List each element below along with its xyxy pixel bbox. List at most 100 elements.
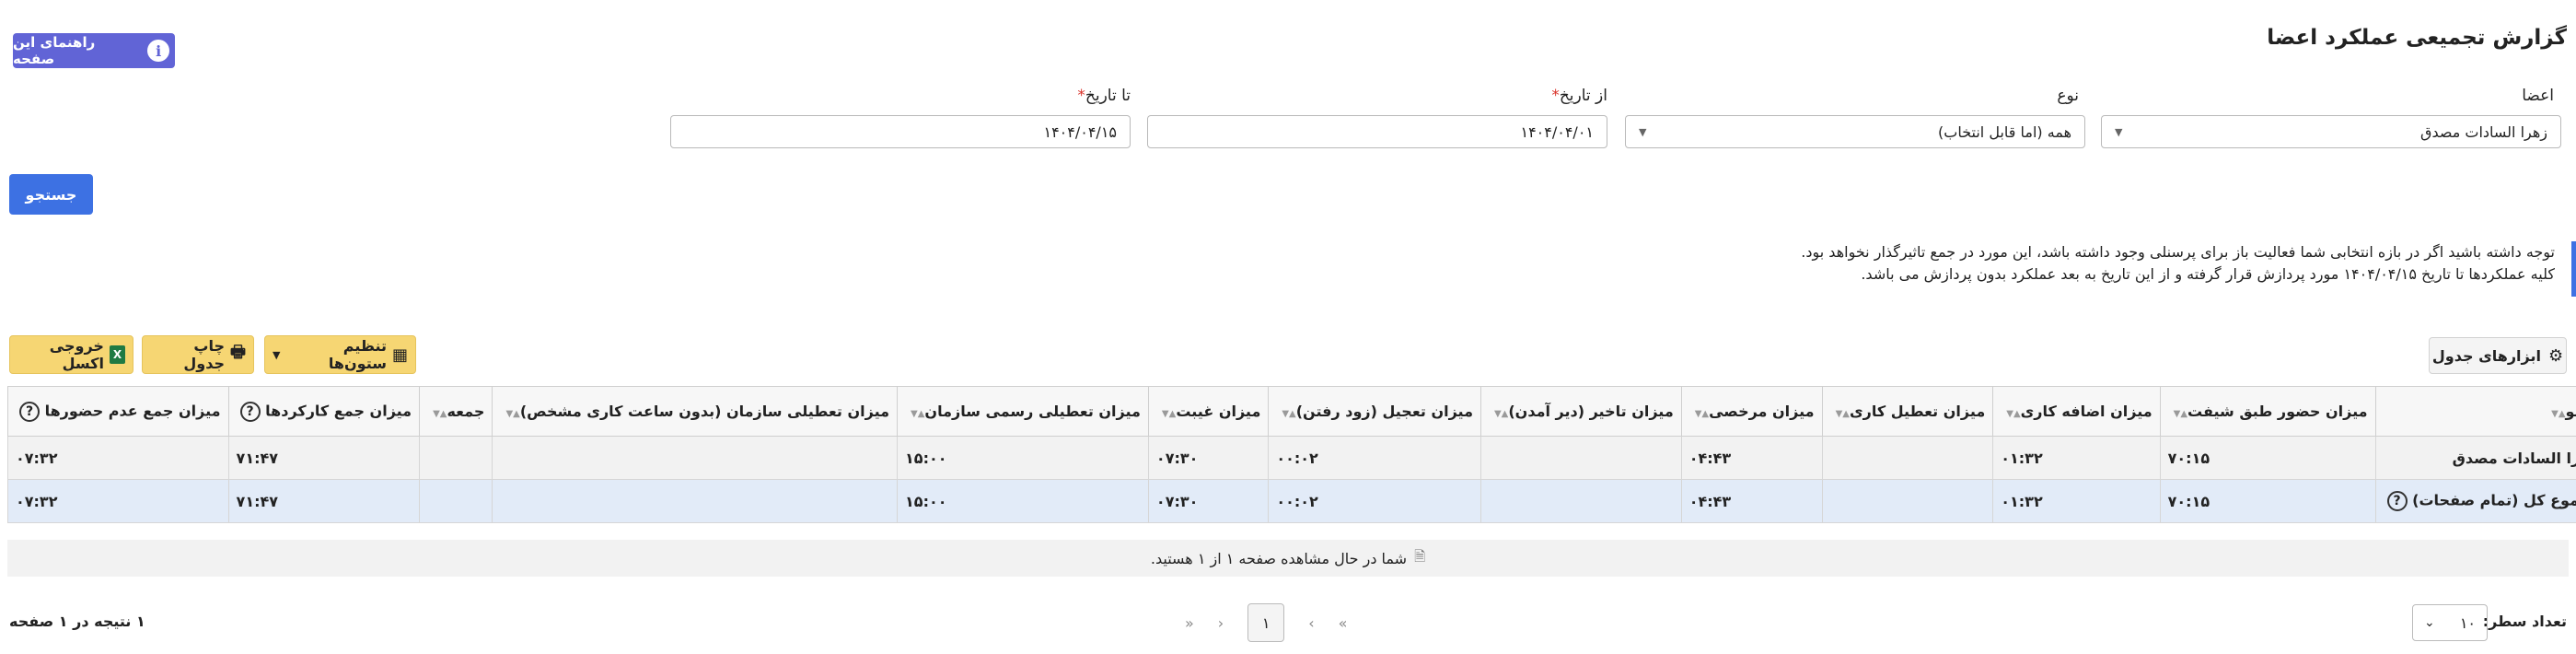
help-label: راهنمای این صفحه [13, 34, 96, 67]
cell: ۷۰:۱۵ [2159, 479, 2376, 523]
sort-icon: ▲▼ [1161, 409, 1177, 419]
next-page-button[interactable]: › [1218, 614, 1224, 632]
printer-icon: 🖶 [230, 343, 246, 362]
cell: ۰۷:۳۲ [7, 436, 229, 480]
rows-per-page-label: تعداد سطر: [2482, 613, 2567, 630]
table-header-row: عضو▲▼ میزان حضور طبق شیفت▲▼ میزان اضافه … [7, 386, 2576, 437]
cell [419, 436, 493, 480]
cell: ۱۵:۰۰ [897, 479, 1149, 523]
column-settings-button[interactable]: ▦ تنظیم ستون‌ها ▼ [264, 335, 416, 374]
member-value: زهرا السادات مصدق [2420, 123, 2547, 141]
cell: ۰۷:۳۲ [7, 479, 229, 523]
cell: ۷۱:۴۷ [227, 436, 421, 480]
sort-icon: ▲▼ [505, 409, 520, 419]
from-date-input[interactable]: ۱۴۰۴/۰۴/۰۱ [1147, 115, 1607, 148]
notice-box: توجه داشته باشید اگر در بازه انتخابی شما… [1747, 241, 2576, 297]
notice-line-1: توجه داشته باشید اگر در بازه انتخابی شما… [1801, 243, 2555, 261]
chevron-down-icon: ⌄ [2424, 615, 2435, 630]
help-question-icon: ? [239, 401, 261, 422]
rows-per-page-value: ۱۰ [2459, 613, 2476, 632]
cell [492, 479, 899, 523]
column-header-org-holiday[interactable]: میزان تعطیلی سازمان (بدون ساعت کاری مشخص… [492, 386, 899, 437]
cell-member: زهرا السادات مصدق [2374, 436, 2576, 480]
column-header-leave[interactable]: میزان مرخصی▲▼ [1680, 386, 1823, 437]
rows-per-page-select[interactable]: ۱۰ ⌄ [2412, 604, 2488, 641]
cell: ۱۵:۰۰ [897, 436, 1149, 480]
cell: ۰۴:۴۳ [1680, 479, 1823, 523]
table-total-row: مجموع کل (تمام صفحات) ? ۷۰:۱۵ ۰۱:۳۲ ۰۴:۴… [7, 479, 2576, 523]
last-page-button[interactable]: » [1185, 614, 1194, 632]
report-table: عضو▲▼ میزان حضور طبق شیفت▲▼ میزان اضافه … [7, 386, 2576, 523]
cell [1821, 436, 1994, 480]
page-help-button[interactable]: راهنمای این صفحه i [13, 33, 175, 68]
column-header-holiday-work[interactable]: میزان تعطیل کاری▲▼ [1821, 386, 1994, 437]
table-tools-button[interactable]: ⚙ ابزارهای جدول [2429, 337, 2567, 374]
page-status-bar: 🗎 شما در حال مشاهده صفحه ۱ از ۱ هستید. [7, 540, 2569, 577]
column-header-overtime[interactable]: میزان اضافه کاری▲▼ [1992, 386, 2161, 437]
cell [1479, 479, 1682, 523]
search-button[interactable]: جستجو [9, 174, 93, 215]
cell: ۷۱:۴۷ [227, 479, 421, 523]
column-header-total-work[interactable]: میزان جمع کارکردها ? [227, 386, 421, 437]
sort-icon: ▲▼ [911, 409, 925, 419]
from-date-label: از تاریخ* [1551, 87, 1607, 105]
sort-icon: ▲▼ [433, 409, 447, 419]
column-header-member[interactable]: عضو▲▼ [2374, 386, 2576, 437]
column-header-shift-presence[interactable]: میزان حضور طبق شیفت▲▼ [2159, 386, 2376, 437]
cell: ۰۷:۳۰ [1147, 479, 1270, 523]
help-question-icon: ? [19, 401, 40, 422]
cell: ۰۴:۴۳ [1680, 436, 1823, 480]
column-header-absence[interactable]: میزان غیبت▲▼ [1147, 386, 1270, 437]
excel-export-button[interactable]: X خروجی اکسل [9, 335, 133, 374]
excel-icon: X [109, 345, 125, 364]
table-row[interactable]: زهرا السادات مصدق ۷۰:۱۵ ۰۱:۳۲ ۰۴:۴۳ ۰۰:۰… [7, 436, 2576, 480]
column-header-delay[interactable]: میزان تاخیر (دیر آمدن)▲▼ [1479, 386, 1682, 437]
type-value: همه (اما قابل انتخاب) [1938, 123, 2071, 141]
to-date-input[interactable]: ۱۴۰۴/۰۴/۱۵ [670, 115, 1131, 148]
member-label: اعضا [2522, 87, 2554, 105]
table-settings-icon: ▦ [391, 345, 408, 365]
document-icon: 🗎 [1414, 547, 1426, 565]
prev-page-button[interactable]: ‹ [1308, 614, 1314, 632]
member-select[interactable]: زهرا السادات مصدق ▼ [2101, 115, 2561, 148]
info-icon: i [147, 40, 169, 62]
type-label: نوع [2057, 87, 2079, 105]
cell: ۰۷:۳۰ [1147, 436, 1270, 480]
sort-icon: ▲▼ [1694, 409, 1710, 419]
page-title: گزارش تجمیعی عملکرد اعضا [2267, 26, 2567, 50]
column-header-friday[interactable]: جمعه▲▼ [419, 386, 493, 437]
cell: ۷۰:۱۵ [2159, 436, 2376, 480]
help-question-icon[interactable]: ? [2386, 491, 2408, 511]
cell: ۰۱:۳۲ [1992, 436, 2161, 480]
current-page-button[interactable]: ۱ [1247, 603, 1285, 642]
pagination: » › ۱ ‹ « [1185, 603, 1347, 642]
sort-icon: ▲▼ [1835, 409, 1850, 419]
column-header-early-leave[interactable]: میزان تعجیل (زود رفتن)▲▼ [1268, 386, 1481, 437]
cell: ۰۰:۰۲ [1268, 436, 1481, 480]
gear-icon: ⚙ [2547, 345, 2564, 366]
column-header-official-holiday[interactable]: میزان تعطیلی رسمی سازمان▲▼ [897, 386, 1149, 437]
column-header-total-absence[interactable]: میزان جمع عدم حضورها ? [7, 386, 229, 437]
notice-line-2: کلیه عملکردها تا تاریخ ۱۴۰۴/۰۴/۱۵ مورد پ… [1861, 265, 2555, 283]
sort-icon: ▲▼ [2006, 409, 2021, 419]
cell [1821, 479, 1994, 523]
sort-icon: ▲▼ [2551, 409, 2566, 419]
to-date-label: تا تاریخ* [1077, 87, 1131, 105]
to-date-value: ۱۴۰۴/۰۴/۱۵ [1043, 123, 1117, 141]
sort-icon: ▲▼ [1493, 409, 1509, 419]
sort-icon: ▲▼ [2173, 409, 2188, 419]
cell: ۰۱:۳۲ [1992, 479, 2161, 523]
result-summary: ۱ نتیجه در ۱ صفحه [9, 613, 145, 630]
chevron-down-icon: ▼ [2115, 125, 2123, 138]
chevron-down-icon: ▼ [1639, 125, 1647, 138]
print-table-button[interactable]: 🖶 چاپ جدول [142, 335, 254, 374]
first-page-button[interactable]: « [1339, 614, 1348, 632]
type-select[interactable]: همه (اما قابل انتخاب) ▼ [1625, 115, 2085, 148]
sort-icon: ▲▼ [1282, 409, 1296, 419]
caret-down-icon: ▼ [273, 348, 281, 361]
cell [1479, 436, 1682, 480]
cell [419, 479, 493, 523]
cell-total-label: مجموع کل (تمام صفحات) ? [2374, 479, 2576, 523]
from-date-value: ۱۴۰۴/۰۴/۰۱ [1520, 123, 1594, 141]
page-status-text: شما در حال مشاهده صفحه ۱ از ۱ هستید. [1150, 549, 1408, 567]
